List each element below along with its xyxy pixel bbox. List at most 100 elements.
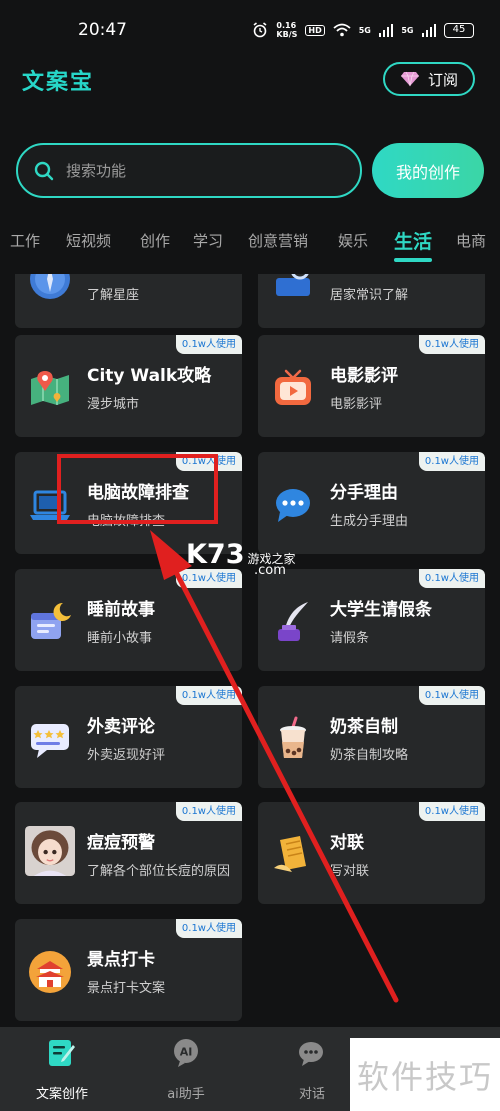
card-title: 大学生请假条 xyxy=(330,600,432,620)
home-knowledge-icon xyxy=(276,274,310,296)
feature-card-couplet[interactable]: 0.1w人使用 对联 写对联 xyxy=(258,802,485,904)
card-subtitle: 奶茶自制攻略 xyxy=(330,748,409,763)
search-bar[interactable] xyxy=(16,143,362,198)
nav-label: ai助手 xyxy=(167,1087,205,1102)
usage-badge: 0.1w人使用 xyxy=(418,686,485,705)
card-title: 痘痘预警 xyxy=(87,833,155,853)
card-subtitle: 景点打卡文案 xyxy=(87,981,166,996)
edit-doc-icon xyxy=(49,1040,75,1066)
signal-2-icon xyxy=(421,23,436,37)
card-subtitle: 写对联 xyxy=(330,864,370,879)
card-title: 外卖评论 xyxy=(87,717,155,737)
card-subtitle: 漫步城市 xyxy=(87,397,140,412)
status-bar: 20:47 0.16 KB/S HD 5G 5G 45 xyxy=(0,0,500,56)
tab-study[interactable]: 学习 xyxy=(193,230,223,251)
alarm-icon xyxy=(253,22,267,38)
moon-calendar-icon xyxy=(31,602,71,639)
star-review-icon xyxy=(31,724,69,758)
usage-badge: 0.1w人使用 xyxy=(175,335,242,354)
tab-ecommerce[interactable]: 电商 xyxy=(456,230,486,251)
app-header: 文案宝 订阅 xyxy=(0,56,500,116)
feature-card-takeout-review[interactable]: 0.1w人使用 外卖评论 外卖返现好评 xyxy=(15,686,242,788)
compass-icon xyxy=(30,274,70,299)
feature-card-acne-warning[interactable]: 0.1w人使用 痘痘预警 了解各个部位长痘的原因 xyxy=(15,802,242,904)
feature-grid: 了解星座 居家常识了解 0.1w人使用 City Walk攻略 漫步城市 0.1… xyxy=(0,274,500,1026)
tab-work[interactable]: 工作 xyxy=(10,230,40,251)
map-pin-icon xyxy=(31,371,69,405)
category-tabs: 工作 短视频 创作 学习 创意营销 娱乐 生活 电商 xyxy=(0,220,500,264)
card-title: 对联 xyxy=(330,833,364,853)
feature-card-leave-note[interactable]: 0.1w人使用 大学生请假条 请假条 xyxy=(258,569,485,671)
watermark-k73-logo: K73 xyxy=(186,539,245,570)
card-subtitle: 请假条 xyxy=(330,631,370,646)
diamond-icon xyxy=(400,71,419,87)
usage-badge: 0.1w人使用 xyxy=(418,335,485,354)
watermark-k73-com: .com xyxy=(254,563,286,578)
temple-icon xyxy=(29,951,71,993)
nav-copywriting[interactable]: 文案创作 xyxy=(2,1027,122,1111)
signal-1-label: 5G xyxy=(358,25,371,35)
search-input[interactable] xyxy=(66,155,346,187)
feature-card-bedtime-story[interactable]: 0.1w人使用 睡前故事 睡前小故事 xyxy=(15,569,242,671)
nav-label: 文案创作 xyxy=(35,1087,88,1102)
tab-creative-marketing[interactable]: 创意营销 xyxy=(248,230,308,251)
net-speed: 0.16 KB/S xyxy=(276,21,298,39)
chat-icon xyxy=(299,1042,323,1066)
usage-badge: 0.1w人使用 xyxy=(175,919,242,938)
signal-2-label: 5G xyxy=(401,25,414,35)
card-subtitle: 生成分手理由 xyxy=(330,514,409,529)
milk-tea-icon xyxy=(280,716,306,758)
search-icon xyxy=(34,161,54,181)
feature-card-movie-review[interactable]: 0.1w人使用 电影影评 电影影评 xyxy=(258,335,485,437)
my-works-button[interactable]: 我的创作 xyxy=(372,143,484,198)
card-title: City Walk攻略 xyxy=(87,366,212,386)
card-title: 景点打卡 xyxy=(87,950,155,970)
card-subtitle: 了解各个部位长痘的原因 xyxy=(87,864,231,879)
feature-card-scenic-checkin[interactable]: 0.1w人使用 景点打卡 景点打卡文案 xyxy=(15,919,242,1021)
card-subtitle: 电影影评 xyxy=(330,397,383,412)
feature-card[interactable]: 了解星座 xyxy=(15,274,242,328)
card-subtitle: 睡前小故事 xyxy=(87,631,153,646)
active-tab-indicator xyxy=(394,258,432,262)
subscribe-button[interactable]: 订阅 xyxy=(383,62,475,96)
quill-ink-icon xyxy=(278,602,308,641)
card-title: 睡前故事 xyxy=(87,600,155,620)
annotation-highlight-box xyxy=(57,454,218,524)
card-subtitle: 了解星座 xyxy=(87,288,140,303)
tv-play-icon xyxy=(275,369,311,405)
signal-1-icon xyxy=(378,23,394,37)
card-subtitle: 居家常识了解 xyxy=(330,288,409,303)
usage-badge: 0.1w人使用 xyxy=(175,802,242,821)
card-title: 电影影评 xyxy=(330,366,398,386)
tab-creation[interactable]: 创作 xyxy=(140,230,170,251)
usage-badge: 0.1w人使用 xyxy=(418,452,485,471)
card-title: 奶茶自制 xyxy=(330,717,398,737)
girl-avatar-icon xyxy=(25,826,75,876)
usage-badge: 0.1w人使用 xyxy=(418,569,485,588)
usage-badge: 0.1w人使用 xyxy=(418,802,485,821)
feature-card-city-walk[interactable]: 0.1w人使用 City Walk攻略 漫步城市 xyxy=(15,335,242,437)
usage-badge: 0.1w人使用 xyxy=(175,569,242,588)
ai-assistant-icon: AI xyxy=(174,1039,198,1067)
usage-badge: 0.1w人使用 xyxy=(175,686,242,705)
nav-ai-assistant[interactable]: AI ai助手 xyxy=(126,1027,246,1111)
app-logo: 文案宝 xyxy=(22,70,95,95)
svg-text:AI: AI xyxy=(180,1046,193,1059)
wifi-icon xyxy=(333,23,351,37)
feature-card-milk-tea[interactable]: 0.1w人使用 奶茶自制 奶茶自制攻略 xyxy=(258,686,485,788)
card-title: 分手理由 xyxy=(330,483,398,503)
watermark-tips: 软件技巧 xyxy=(350,1038,500,1111)
feature-card[interactable]: 居家常识了解 xyxy=(258,274,485,328)
chat-bubble-icon xyxy=(276,489,310,522)
status-time: 20:47 xyxy=(78,20,127,40)
card-subtitle: 外卖返现好评 xyxy=(87,748,166,763)
couplet-icon xyxy=(274,836,306,872)
hd-icon: HD xyxy=(305,24,325,36)
status-icons: 0.16 KB/S HD 5G 5G 45 xyxy=(252,21,474,39)
tab-entertainment[interactable]: 娱乐 xyxy=(338,230,368,251)
tab-life[interactable]: 生活 xyxy=(394,227,432,254)
subscribe-label: 订阅 xyxy=(427,70,458,89)
watermark-k73: K73 游戏之家 .com xyxy=(186,539,296,578)
battery-icon: 45 xyxy=(444,22,474,38)
tab-short-video[interactable]: 短视频 xyxy=(66,230,111,251)
